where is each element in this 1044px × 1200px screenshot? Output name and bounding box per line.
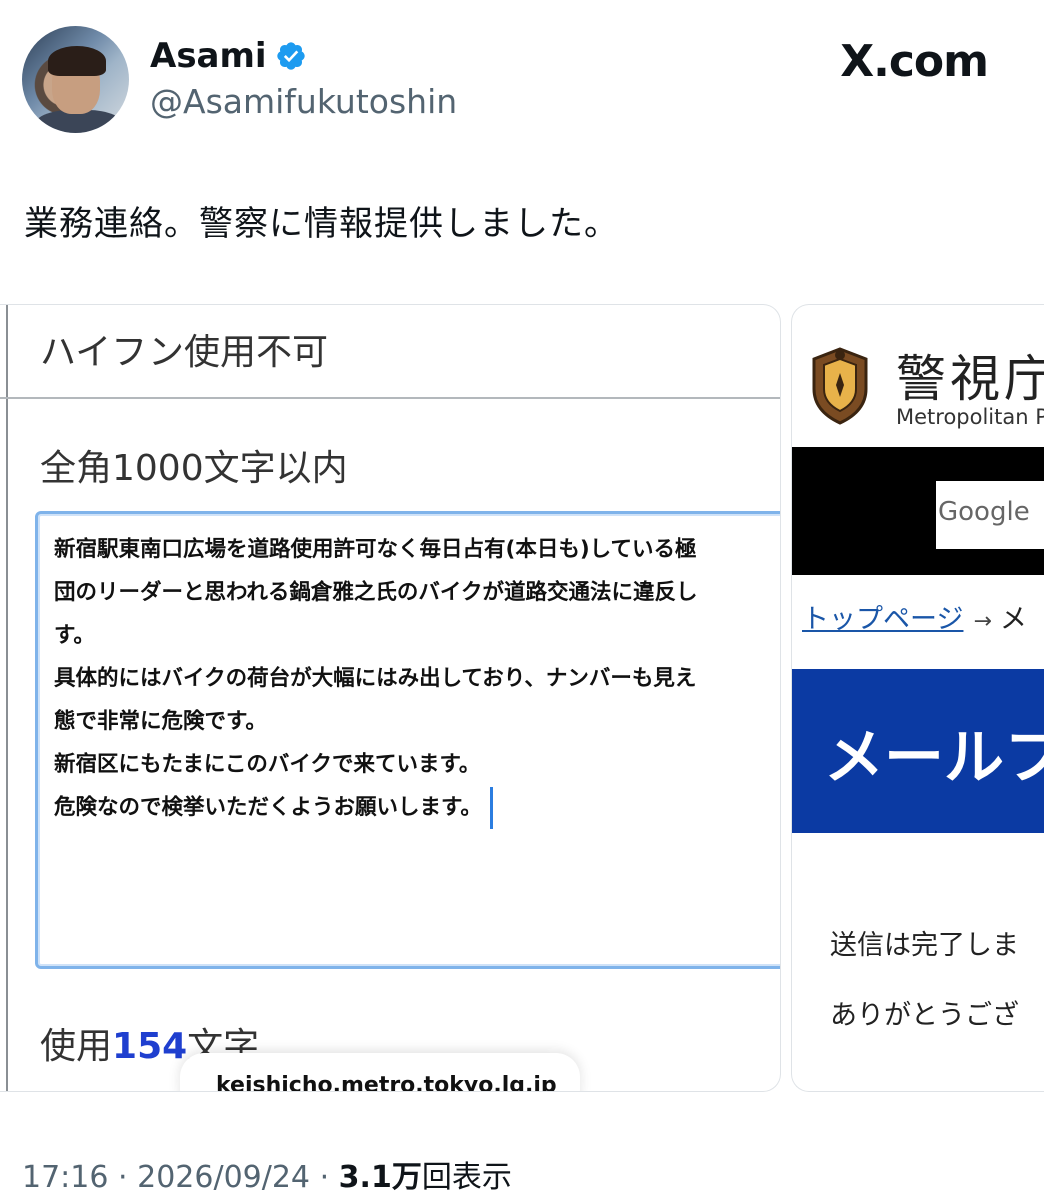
page-heading-bar: メールフ: [792, 669, 1044, 833]
meta-separator: ·: [118, 1160, 128, 1195]
view-count-label: 回表示: [421, 1160, 512, 1195]
tweet-text: 業務連絡。警察に情報提供しました。: [24, 204, 619, 244]
police-site-title: 警視庁: [896, 350, 1044, 408]
police-emblem-icon: [812, 347, 868, 425]
char-count-value: 154: [112, 1026, 188, 1067]
message-textarea: 新宿駅東南口広場を道路使用許可なく毎日占有(本日も)している極 団のリーダーと思…: [35, 511, 780, 969]
message-line: 具体的にはバイクの荷台が大幅にはみ出しており、ナンバーも見え: [54, 666, 697, 691]
breadcrumb-arrow-icon: →: [973, 609, 992, 634]
divider: [6, 305, 8, 1091]
view-count: 3.1万: [338, 1160, 422, 1195]
avatar[interactable]: [22, 26, 129, 133]
author-handle[interactable]: @Asamifukutoshin: [150, 82, 457, 121]
author-name-row[interactable]: Asami: [150, 36, 307, 76]
thanks-message: ありがとうござ: [830, 1000, 1019, 1031]
message-line: す。: [54, 623, 95, 648]
police-site-subtitle: Metropolitan P: [896, 405, 1044, 429]
message-line-text: 危険なので検挙いただくようお願いします。: [54, 795, 482, 820]
char-limit-note: 全角1000文字以内: [40, 448, 348, 489]
tweet-time[interactable]: 17:16: [22, 1160, 108, 1195]
divider: [0, 397, 780, 399]
url-bar: keishicho.metro.tokyo.lg.jp: [180, 1053, 580, 1091]
header-bar: Google: [792, 447, 1044, 575]
breadcrumb: トップページ → メ: [802, 597, 1027, 636]
breadcrumb-home-link: トップページ: [802, 604, 964, 635]
text-caret: [489, 787, 493, 829]
author-name[interactable]: Asami: [150, 36, 267, 76]
avatar-hair: [48, 46, 106, 76]
tweet-date[interactable]: 2026/09/24: [137, 1160, 310, 1195]
message-line: 団のリーダーと思われる鍋倉雅之氏のバイクが道路交通法に違反し: [54, 580, 698, 605]
message-line-last: 危険なので検挙いただくようお願いします。: [54, 786, 780, 829]
meta-separator: ·: [319, 1160, 330, 1195]
sent-message: 送信は完了しま: [830, 930, 1019, 961]
google-search-box: Google: [936, 481, 1044, 549]
verified-badge-icon: [276, 42, 305, 70]
breadcrumb-current: メ: [999, 604, 1027, 635]
tweet-meta: 17:16 · 2026/09/24 · 3.1万回表示: [22, 1152, 512, 1196]
page-heading: メールフ: [824, 723, 1044, 793]
message-line: 新宿駅東南口広場を道路使用許可なく毎日占有(本日も)している極: [54, 537, 697, 562]
brand-logo: X.com: [840, 36, 989, 87]
message-line: 態で非常に危険です。: [54, 709, 267, 734]
message-line: 新宿区にもたまにこのバイクで来ています。: [54, 752, 481, 777]
hyphen-note: ハイフン使用不可: [40, 332, 329, 373]
char-count-prefix: 使用: [40, 1026, 113, 1067]
tweet-image-police[interactable]: 警視庁 Metropolitan P Google トップページ → メ メールフ …: [791, 304, 1044, 1092]
tweet-image-form[interactable]: ハイフン使用不可 全角1000文字以内 新宿駅東南口広場を道路使用許可なく毎日占…: [0, 304, 781, 1092]
